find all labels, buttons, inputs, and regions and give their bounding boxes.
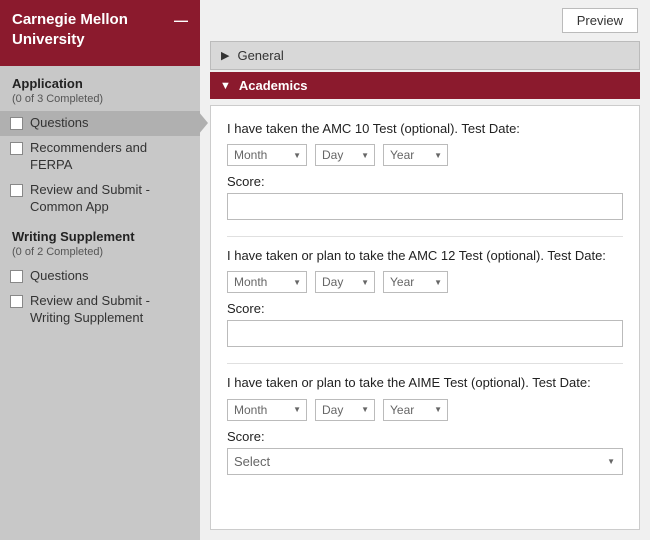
amc12-block: I have taken or plan to take the AMC 12 … <box>227 247 623 347</box>
main-content: Preview ▶ General ▼ Academics I have tak… <box>200 0 650 540</box>
minimize-button[interactable]: — <box>174 12 188 28</box>
academics-accordion-header[interactable]: ▼ Academics <box>210 72 640 99</box>
checkbox-review-writing[interactable] <box>10 295 23 308</box>
amc10-month-wrap: Month <box>227 144 307 166</box>
amc10-score-input[interactable] <box>227 193 623 220</box>
amc12-year-select[interactable]: Year <box>383 271 448 293</box>
writing-supplement-subtitle: (0 of 2 Completed) <box>0 246 200 264</box>
aime-date-row: Month Day Year <box>227 399 623 421</box>
aime-score-label: Score: <box>227 429 623 444</box>
amc12-month-wrap: Month <box>227 271 307 293</box>
amc12-date-row: Month Day Year <box>227 271 623 293</box>
aime-score-select[interactable]: Select <box>227 448 623 475</box>
sidebar-item-writing-questions[interactable]: Questions <box>0 264 200 289</box>
academics-arrow-icon: ▼ <box>220 80 231 92</box>
checkbox-review-common[interactable] <box>10 184 23 197</box>
writing-supplement-section-title: Writing Supplement <box>0 219 200 246</box>
amc12-year-wrap: Year <box>383 271 448 293</box>
aime-year-wrap: Year <box>383 399 448 421</box>
amc12-score-label: Score: <box>227 301 623 316</box>
amc10-month-select[interactable]: Month <box>227 144 307 166</box>
amc10-day-wrap: Day <box>315 144 375 166</box>
sidebar-item-label: Recommenders and FERPA <box>30 140 188 174</box>
aime-year-select[interactable]: Year <box>383 399 448 421</box>
amc10-score-label: Score: <box>227 174 623 189</box>
divider-2 <box>227 363 623 364</box>
aime-day-wrap: Day <box>315 399 375 421</box>
sidebar-title: Carnegie Mellon University <box>12 10 174 49</box>
aime-score-select-wrap: Select <box>227 448 623 475</box>
application-section-subtitle: (0 of 3 Completed) <box>0 93 200 111</box>
checkbox-writing-questions[interactable] <box>10 270 23 283</box>
sidebar-item-review-common[interactable]: Review and Submit - Common App <box>0 178 200 220</box>
aime-label: I have taken or plan to take the AIME Te… <box>227 374 623 392</box>
general-accordion: ▶ General ▼ Academics <box>210 41 640 99</box>
amc10-day-select[interactable]: Day <box>315 144 375 166</box>
general-arrow-icon: ▶ <box>221 49 229 62</box>
amc10-year-select[interactable]: Year <box>383 144 448 166</box>
top-bar: Preview <box>200 0 650 41</box>
checkbox-questions[interactable] <box>10 117 23 130</box>
sidebar-item-label: Questions <box>30 115 89 132</box>
aime-month-wrap: Month <box>227 399 307 421</box>
amc12-day-wrap: Day <box>315 271 375 293</box>
amc10-date-row: Month Day Year <box>227 144 623 166</box>
sidebar-item-label: Review and Submit - Common App <box>30 182 188 216</box>
aime-block: I have taken or plan to take the AIME Te… <box>227 374 623 474</box>
general-section-label: General <box>237 48 283 63</box>
sidebar-item-review-writing[interactable]: Review and Submit - Writing Supplement <box>0 289 200 331</box>
amc12-month-select[interactable]: Month <box>227 271 307 293</box>
amc10-year-wrap: Year <box>383 144 448 166</box>
checkbox-recommenders[interactable] <box>10 142 23 155</box>
amc10-block: I have taken the AMC 10 Test (optional).… <box>227 120 623 220</box>
amc12-day-select[interactable]: Day <box>315 271 375 293</box>
sidebar: Carnegie Mellon University — Application… <box>0 0 200 540</box>
sidebar-item-recommenders[interactable]: Recommenders and FERPA <box>0 136 200 178</box>
general-accordion-header[interactable]: ▶ General <box>210 41 640 70</box>
sidebar-header: Carnegie Mellon University — <box>0 0 200 66</box>
amc10-label: I have taken the AMC 10 Test (optional).… <box>227 120 623 138</box>
sidebar-item-label: Review and Submit - Writing Supplement <box>30 293 188 327</box>
amc12-label: I have taken or plan to take the AMC 12 … <box>227 247 623 265</box>
divider-1 <box>227 236 623 237</box>
form-content: I have taken the AMC 10 Test (optional).… <box>210 105 640 530</box>
aime-day-select[interactable]: Day <box>315 399 375 421</box>
application-section-title: Application <box>0 66 200 93</box>
preview-button[interactable]: Preview <box>562 8 638 33</box>
amc12-score-input[interactable] <box>227 320 623 347</box>
aime-month-select[interactable]: Month <box>227 399 307 421</box>
sidebar-item-label: Questions <box>30 268 89 285</box>
sidebar-item-questions[interactable]: Questions <box>0 111 200 136</box>
academics-section-label: Academics <box>239 78 308 93</box>
